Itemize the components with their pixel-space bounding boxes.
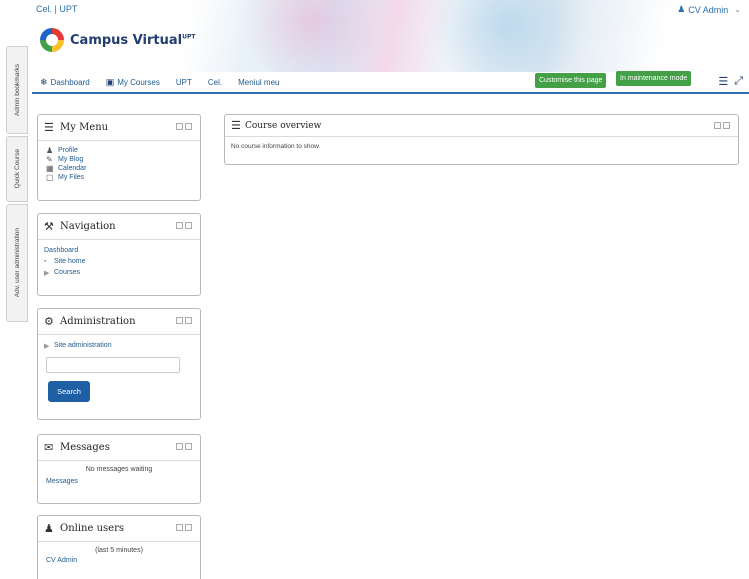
chevron-down-icon: ⌄ [734, 5, 741, 14]
fullscreen-icon[interactable]: ⤢ [734, 75, 743, 88]
toggle-blocks-icon[interactable]: ☰ [718, 75, 728, 88]
logo-ring-icon [40, 28, 64, 52]
gears-icon: ⚙ [44, 316, 54, 328]
admin-search-button[interactable]: Search [48, 381, 90, 402]
collapse-icon[interactable] [176, 317, 183, 324]
user-icon: ♟ [46, 146, 54, 155]
menu-item-blog[interactable]: ✎ My Blog [46, 155, 192, 164]
nav-icons: ☰ ⤢ [718, 75, 743, 88]
nav-meniul-meu[interactable]: Meniul meu [238, 78, 279, 87]
logo-text: Campus VirtualUPT [70, 32, 196, 48]
nav-tree-dashboard[interactable]: Dashboard [44, 245, 192, 256]
site-header: Cel. | UPT Campus VirtualUPT ♟ CV Admin … [32, 0, 749, 72]
side-tabs: Admin bookmarks Quick Course Adv. user a… [6, 46, 28, 324]
users-icon: ♟ [44, 523, 54, 535]
block-my-menu: ☰ My Menu ♟ Profile ✎ My Blog ▦ Calendar ▢ M… [37, 114, 201, 201]
menu-item-files[interactable]: ▢ My Files [46, 173, 192, 182]
online-user-link[interactable]: CV Admin [46, 557, 192, 564]
nav-upt[interactable]: UPT [176, 78, 192, 87]
block-header: ⚒ Navigation [38, 214, 200, 240]
block-title: Online users [60, 523, 124, 534]
maintenance-mode-button[interactable]: In maintenance mode [616, 71, 692, 86]
dashboard-icon: ❄ [40, 76, 48, 87]
block-header: ✉ Messages [38, 435, 200, 461]
menu-item-profile[interactable]: ♟ Profile [46, 146, 192, 155]
dock-icon[interactable] [185, 222, 192, 229]
user-name: CV Admin [688, 4, 729, 15]
block-messages: ✉ Messages No messages waiting Messages [37, 434, 201, 504]
admin-search-input[interactable] [46, 357, 180, 373]
dock-icon[interactable] [185, 443, 192, 450]
block-header: ⚙ Administration [38, 309, 200, 335]
collapse-icon[interactable] [176, 443, 183, 450]
block-online-users: ♟ Online users (last 5 minutes) CV Admin [37, 515, 201, 579]
edit-icon: ✎ [46, 155, 53, 164]
collapse-icon[interactable] [176, 123, 183, 130]
dock-icon[interactable] [723, 122, 730, 129]
block-course-overview: ☰ Course overview No course information … [224, 114, 739, 165]
nav-dashboard[interactable]: ❄ Dashboard [40, 77, 90, 88]
menu-icon: ☰ [44, 122, 54, 134]
customise-page-button[interactable]: Customise this page [535, 73, 607, 88]
courses-icon: ▣ [105, 76, 115, 87]
user-icon: ♟ [677, 4, 686, 14]
collapse-icon[interactable] [176, 524, 183, 531]
chevron-right-icon: ▶ [44, 342, 50, 350]
block-title: Navigation [60, 221, 116, 232]
nav-tree-courses[interactable]: ▶ Courses [44, 267, 192, 278]
nav-cel[interactable]: Cel. [208, 78, 222, 87]
block-content: (last 5 minutes) CV Admin [38, 542, 200, 569]
sitemap-icon: ⚒ [44, 221, 54, 233]
block-header: ☰ My Menu [38, 115, 200, 141]
block-header: ☰ Course overview [225, 115, 738, 137]
site-administration-link[interactable]: ▶ Site administration [44, 340, 192, 351]
messages-status: No messages waiting [85, 466, 153, 473]
messages-link[interactable]: Messages [46, 478, 192, 485]
envelope-icon: ✉ [44, 442, 54, 454]
block-controls [714, 122, 730, 129]
menu-item-calendar[interactable]: ▦ Calendar [46, 164, 192, 173]
block-content: ♟ Profile ✎ My Blog ▦ Calendar ▢ My Files [38, 141, 200, 187]
main-navbar: ❄ Dashboard ▣ My Courses UPT Cel. Meniul… [32, 71, 749, 94]
block-title: My Menu [60, 122, 109, 133]
block-navigation: ⚒ Navigation Dashboard ▪ Site home ▶ Cours… [37, 213, 201, 296]
block-controls [176, 317, 192, 324]
block-controls [176, 443, 192, 450]
block-content: No messages waiting Messages [38, 461, 200, 490]
block-administration: ⚙ Administration ▶ Site administration Se… [37, 308, 201, 420]
header-decoration [232, 0, 392, 72]
tab-admin-bookmarks[interactable]: Admin bookmarks [6, 46, 28, 134]
block-controls [176, 123, 192, 130]
menu-icon: ☰ [231, 120, 241, 132]
nav-my-courses[interactable]: ▣ My Courses [106, 77, 160, 88]
dock-icon[interactable] [185, 524, 192, 531]
site-logo[interactable]: Campus VirtualUPT [40, 26, 195, 54]
block-content: Dashboard ▪ Site home ▶ Courses [38, 240, 200, 283]
header-decoration [412, 0, 602, 72]
block-controls [176, 222, 192, 229]
user-menu[interactable]: ♟ CV Admin ⌄ [677, 4, 741, 15]
block-title: Messages [60, 442, 110, 453]
block-title: Administration [60, 316, 136, 327]
dock-icon[interactable] [185, 123, 192, 130]
nav-tree-site-home[interactable]: ▪ Site home [44, 256, 192, 267]
online-window: (last 5 minutes) [95, 547, 143, 554]
tab-adv-user-administration[interactable]: Adv. user administration [6, 204, 28, 322]
block-title: Course overview [245, 120, 322, 131]
chevron-right-icon: ▶ [44, 269, 50, 277]
calendar-icon: ▦ [46, 164, 54, 173]
tab-quick-course[interactable]: Quick Course [6, 136, 28, 202]
course-overview-message: No course information to show. [231, 143, 321, 150]
collapse-icon[interactable] [176, 222, 183, 229]
bullet-icon: ▪ [44, 258, 47, 265]
site-short-name-link[interactable]: Cel. | UPT [36, 4, 77, 14]
block-header: ♟ Online users [38, 516, 200, 542]
collapse-icon[interactable] [714, 122, 721, 129]
block-content: ▶ Site administration Search [38, 335, 200, 407]
dock-icon[interactable] [185, 317, 192, 324]
folder-icon: ▢ [46, 173, 54, 182]
block-controls [176, 524, 192, 531]
